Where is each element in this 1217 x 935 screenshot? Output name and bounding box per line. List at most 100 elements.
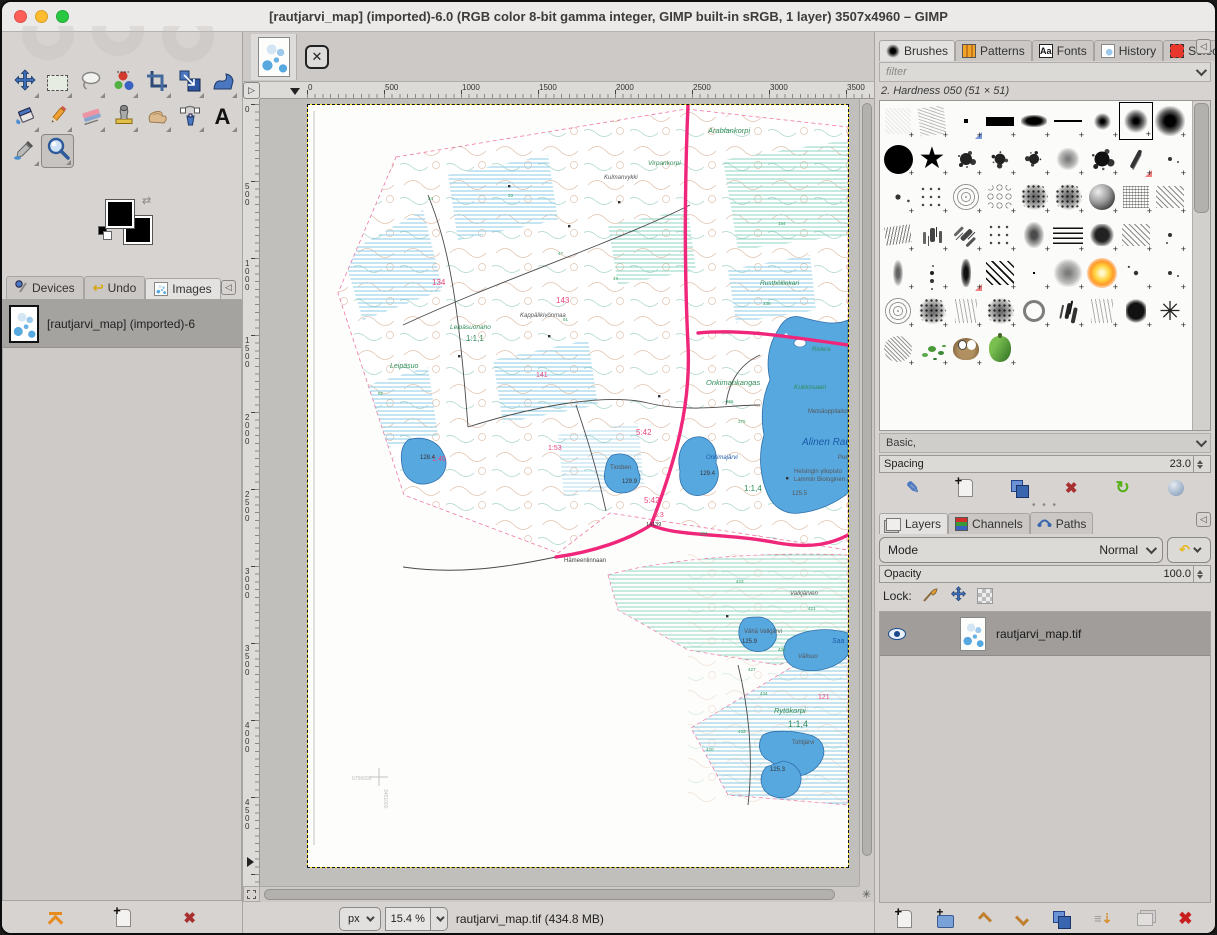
- brush-cell-tex-faint[interactable]: [881, 102, 915, 140]
- brush-cell-wilber[interactable]: [949, 330, 983, 368]
- brush-cell-specks[interactable]: [1153, 216, 1187, 254]
- brush-cell-splat[interactable]: [949, 140, 983, 178]
- move-tool-button[interactable]: [8, 66, 41, 100]
- brush-cell-grunge[interactable]: [915, 292, 949, 330]
- lock-position-button[interactable]: [950, 586, 967, 606]
- layer-row[interactable]: rautjarvi_map.tif: [880, 612, 1210, 656]
- new-layer-group-button[interactable]: [937, 915, 954, 928]
- color-picker-tool-button[interactable]: [8, 134, 41, 168]
- brush-cell-specks[interactable]: [1119, 254, 1153, 292]
- bucket-fill-tool-button[interactable]: [8, 100, 41, 134]
- tab-channels[interactable]: Channels: [948, 513, 1030, 534]
- duplicate-brush-button[interactable]: [1011, 480, 1027, 496]
- transform-tool-button[interactable]: [173, 66, 206, 100]
- close-window-button[interactable]: [14, 10, 27, 23]
- new-brush-button[interactable]: [958, 479, 973, 497]
- brush-cell-ellipse[interactable]: [1017, 102, 1051, 140]
- brush-cell-burst[interactable]: ✳: [1153, 292, 1187, 330]
- brush-cell-grunge[interactable]: [983, 292, 1017, 330]
- map-image[interactable]: ArablankorpiVirpankorpiKulmanvykkiRusthö…: [307, 104, 849, 868]
- brush-cell-twigs[interactable]: [949, 292, 983, 330]
- brush-cell-bar[interactable]: [983, 102, 1017, 140]
- brush-cell-marks[interactable]: [949, 216, 983, 254]
- brush-cell-dots-grid[interactable]: [915, 178, 949, 216]
- brush-cell-vine[interactable]: [915, 330, 949, 368]
- spacing-spinner[interactable]: [1193, 456, 1206, 472]
- duplicate-layer-button[interactable]: [1053, 911, 1069, 927]
- tab-fonts[interactable]: AaFonts: [1032, 40, 1094, 61]
- brush-cell-splat[interactable]: [1085, 140, 1119, 178]
- refresh-brushes-button[interactable]: ↻: [1116, 478, 1130, 498]
- brush-cell-tex-scratch[interactable]: [915, 102, 949, 140]
- tab-undo[interactable]: ↩ Undo: [84, 276, 146, 299]
- layer-mode-dropdown[interactable]: Mode Normal: [879, 537, 1163, 563]
- brush-cell-fuzzy[interactable]: [1051, 254, 1085, 292]
- brush-cell-ball[interactable]: [1085, 178, 1119, 216]
- hscroll-thumb[interactable]: [264, 889, 835, 900]
- brush-cell-specks[interactable]: [881, 178, 915, 216]
- zoom-window-button[interactable]: [56, 10, 69, 23]
- brush-cell-grunge[interactable]: [1017, 178, 1051, 216]
- tab-devices[interactable]: Devices: [6, 276, 84, 299]
- navigation-button[interactable]: ✳: [859, 886, 874, 902]
- paths-tool-button[interactable]: [173, 100, 206, 134]
- brush-cell-smoke[interactable]: [1017, 216, 1051, 254]
- brush-cell-lines-h[interactable]: [1051, 216, 1085, 254]
- delete-brush-button[interactable]: ✖: [1065, 479, 1078, 497]
- dock-menu-button[interactable]: ◁: [221, 280, 236, 295]
- tab-layers[interactable]: Layers: [879, 513, 948, 534]
- brush-cell-pepper[interactable]: [983, 330, 1017, 368]
- panel-resize-handle[interactable]: • • •: [879, 503, 1211, 510]
- brush-cell-soft-l[interactable]: [1153, 102, 1187, 140]
- brush-cell-dot[interactable]: [949, 102, 983, 140]
- brush-cell-specks[interactable]: [1153, 140, 1187, 178]
- image-tab-empty[interactable]: ✕: [305, 45, 329, 69]
- merge-down-button[interactable]: ≡⇣: [1094, 911, 1113, 927]
- tab-history[interactable]: History: [1094, 40, 1163, 61]
- lock-alpha-button[interactable]: [977, 588, 993, 604]
- brush-dock-menu-button[interactable]: ◁: [1196, 39, 1211, 54]
- vertical-ruler[interactable]: 05 0 01 0 0 01 5 0 02 0 0 02 5 0 03 0 0 …: [243, 99, 260, 886]
- brush-cell-splat[interactable]: [983, 140, 1017, 178]
- brush-scroll-thumb[interactable]: [1194, 103, 1209, 213]
- layers-dock-menu-button[interactable]: ◁: [1196, 512, 1211, 527]
- blend-space-button[interactable]: ↶: [1167, 537, 1211, 563]
- brush-cell-line[interactable]: [1051, 102, 1085, 140]
- spacing-slider[interactable]: Spacing 23.0: [879, 455, 1211, 473]
- flip-tool-button[interactable]: [206, 66, 239, 100]
- brush-cell-cells[interactable]: [983, 178, 1017, 216]
- brush-cell-blob-tall[interactable]: [949, 254, 983, 292]
- crop-tool-button[interactable]: [140, 66, 173, 100]
- brush-cell-stroke[interactable]: [1119, 140, 1153, 178]
- foreground-color-swatch[interactable]: [106, 200, 134, 228]
- opacity-spinner[interactable]: [1193, 566, 1206, 582]
- minimize-window-button[interactable]: [35, 10, 48, 23]
- brush-cell-soft-m[interactable]: [1119, 102, 1153, 140]
- brush-cell-blob[interactable]: [1119, 292, 1153, 330]
- vscroll-thumb[interactable]: [862, 103, 872, 856]
- vertical-scrollbar[interactable]: [859, 99, 874, 886]
- brush-cell-tex-box[interactable]: [1119, 178, 1153, 216]
- brush-cell-tex-ring[interactable]: [949, 178, 983, 216]
- brush-cell-ring2[interactable]: [1017, 292, 1051, 330]
- layer-visibility-eye-icon[interactable]: [888, 628, 906, 640]
- brush-cell-smudge-v[interactable]: [881, 254, 915, 292]
- tab-images[interactable]: Images: [145, 278, 220, 299]
- brush-cell-circle[interactable]: [881, 140, 915, 178]
- open-brush-as-image-button[interactable]: [1168, 480, 1184, 496]
- brush-cell-diag-lines[interactable]: [983, 254, 1017, 292]
- rect-select-tool-button[interactable]: [41, 66, 74, 100]
- zoom-dropdown-button[interactable]: [430, 907, 448, 931]
- ruler-corner-menu-button[interactable]: ▷: [243, 82, 260, 99]
- brush-cell-dots-grid[interactable]: [983, 216, 1017, 254]
- opacity-slider[interactable]: Opacity 100.0: [879, 565, 1211, 583]
- brush-cell-splat[interactable]: [1017, 140, 1051, 178]
- delete-layer-button[interactable]: ✖: [1178, 909, 1192, 929]
- lock-pixels-button[interactable]: [922, 587, 940, 606]
- brush-cell-marks[interactable]: [915, 216, 949, 254]
- horizontal-ruler[interactable]: 0500100015002000250030003500: [260, 82, 874, 99]
- tab-patterns[interactable]: Patterns: [955, 40, 1032, 61]
- zoom-control[interactable]: 15.4 %: [385, 907, 448, 931]
- horizontal-scrollbar[interactable]: [260, 886, 859, 902]
- brush-cell-fuzzy[interactable]: [1051, 140, 1085, 178]
